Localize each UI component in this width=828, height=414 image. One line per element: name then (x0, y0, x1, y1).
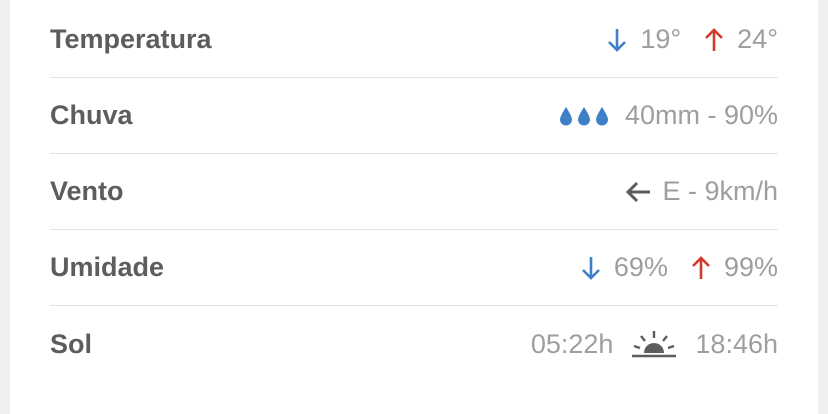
temperatura-max: 24° (737, 24, 778, 54)
umidade-min: 69% (613, 252, 668, 282)
temperatura-value: 19° 24° (606, 24, 778, 55)
arrow-up-icon (692, 255, 710, 279)
chuva-amount: 40mm - 90% (624, 100, 778, 130)
arrow-down-icon (608, 28, 627, 52)
arrow-up-icon (705, 27, 724, 51)
row-chuva: Chuva 40mm - 90% (50, 78, 778, 154)
row-sol: Sol 05:22h 18:46h (50, 306, 778, 382)
vento-value: E - 9km/h (624, 176, 778, 207)
sunrise-time: 05:22h (530, 328, 614, 359)
row-temperatura: Temperatura 19° 24° (50, 2, 778, 78)
umidade-max: 99% (723, 252, 778, 282)
umidade-value: 69% 99% (580, 252, 778, 283)
row-umidade: Umidade 69% 99% (50, 230, 778, 306)
sunrise-icon (632, 331, 677, 358)
vento-label: Vento (50, 176, 124, 206)
chuva-label: Chuva (50, 100, 133, 130)
temperatura-label: Temperatura (50, 24, 212, 54)
raindrops-icon (559, 106, 613, 126)
arrow-down-icon (581, 256, 600, 280)
temperatura-min: 19° (640, 24, 682, 54)
weather-details-card: Temperatura 19° 24° Chuva 40mm - 90% Ven… (10, 0, 818, 414)
sunset-time: 18:46h (695, 328, 778, 359)
umidade-label: Umidade (50, 252, 165, 282)
arrow-left-icon (626, 181, 651, 202)
row-vento: Vento E - 9km/h (50, 154, 778, 230)
chuva-value: 40mm - 90% (559, 100, 778, 131)
vento-speed: E - 9km/h (662, 176, 778, 206)
sol-value: 05:22h 18:46h (531, 329, 778, 360)
sol-label: Sol (50, 328, 93, 359)
